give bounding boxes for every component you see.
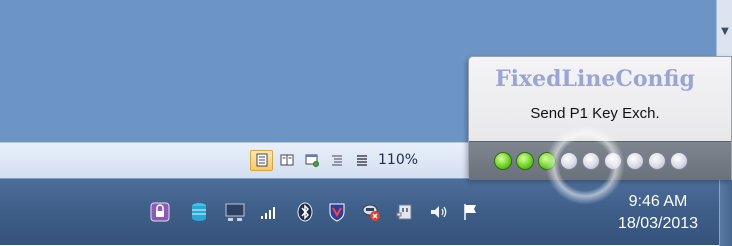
usb-device-icon[interactable] <box>394 201 416 223</box>
popup-title: FixedLineConfig <box>495 66 695 92</box>
print-layout-icon <box>256 153 267 167</box>
progress-dots <box>494 152 688 170</box>
zoom-level[interactable]: 110% <box>378 152 418 168</box>
web-layout-icon <box>305 154 319 167</box>
print-layout-button[interactable] <box>250 149 273 171</box>
action-center-flag-icon[interactable] <box>460 201 482 223</box>
progress-dot-complete <box>538 152 556 170</box>
taskbar: 9:46 AM 18/03/2013 <box>0 178 732 246</box>
progress-dot-pending <box>648 152 666 170</box>
progress-dot-pending <box>626 152 644 170</box>
full-screen-reading-button[interactable] <box>275 150 298 171</box>
progress-dot-pending <box>582 152 600 170</box>
progress-dot-complete <box>516 152 534 170</box>
show-desktop-button[interactable] <box>719 179 732 246</box>
view-buttons <box>250 149 373 171</box>
web-layout-button[interactable] <box>300 150 323 171</box>
progress-dot-pending <box>670 152 688 170</box>
popup-message: Send P1 Key Exch. <box>530 105 660 122</box>
notification-popup[interactable]: FixedLineConfig Send P1 Key Exch. <box>468 56 732 180</box>
draft-button[interactable] <box>350 150 373 171</box>
bluetooth-icon[interactable] <box>294 201 316 223</box>
database-sync-icon[interactable] <box>188 201 210 223</box>
progress-dot-pending <box>604 152 622 170</box>
clock-time: 9:46 AM <box>628 193 688 210</box>
scroll-down-arrow-icon[interactable]: ▼ <box>717 22 732 42</box>
system-clock[interactable]: 9:46 AM 18/03/2013 <box>598 191 718 235</box>
outline-button[interactable] <box>325 150 348 171</box>
network-error-icon[interactable] <box>360 201 382 223</box>
antivirus-shield-icon[interactable] <box>326 201 348 223</box>
full-screen-reading-icon <box>280 154 293 166</box>
draft-icon <box>356 155 367 166</box>
progress-dot-pending <box>560 152 578 170</box>
progress-dot-complete <box>494 152 512 170</box>
signal-strength-icon[interactable] <box>258 201 280 223</box>
clock-date: 18/03/2013 <box>617 215 699 232</box>
security-lock-icon[interactable] <box>149 201 171 223</box>
progress-indicator <box>469 141 731 180</box>
volume-icon[interactable] <box>428 201 450 223</box>
outline-icon <box>331 155 342 166</box>
network-monitor-icon[interactable] <box>224 201 246 223</box>
